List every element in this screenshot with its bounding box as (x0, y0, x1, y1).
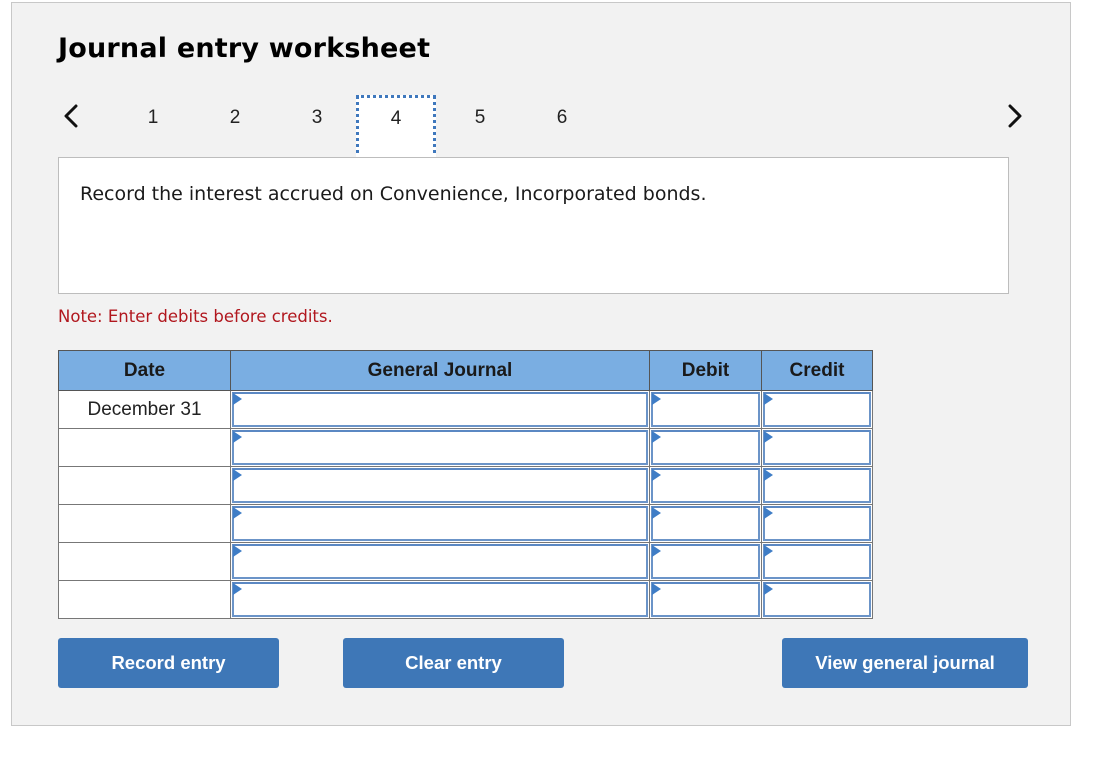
account-input-cell (230, 580, 650, 619)
debit-input-cell (649, 390, 762, 429)
account-input-cell (230, 504, 650, 543)
clear-entry-button[interactable]: Clear entry (343, 638, 564, 688)
debit-input[interactable] (651, 468, 760, 503)
step-tab-5[interactable]: 5 (440, 95, 520, 161)
date-cell (58, 542, 231, 581)
account-input[interactable] (232, 506, 648, 541)
step-tab-4[interactable]: 4 (356, 95, 436, 161)
credit-input-cell (761, 580, 873, 619)
account-input[interactable] (232, 582, 648, 617)
account-input[interactable] (232, 468, 648, 503)
table-row: December 31 (58, 390, 873, 429)
table-row (58, 504, 873, 543)
date-cell: December 31 (58, 390, 231, 429)
table-row (58, 580, 873, 619)
step-tab-3[interactable]: 3 (277, 95, 357, 161)
next-step-button[interactable] (1003, 101, 1027, 131)
cell-marker-icon (652, 545, 661, 557)
date-cell (58, 466, 231, 505)
worksheet-title: Journal entry worksheet (58, 33, 431, 64)
step-tab-1[interactable]: 1 (113, 95, 193, 161)
step-tab-2[interactable]: 2 (195, 95, 275, 161)
account-input-cell (230, 466, 650, 505)
cell-marker-icon (764, 583, 773, 595)
credit-input-cell (761, 428, 873, 467)
chevron-left-icon (64, 104, 78, 128)
table-row (58, 428, 873, 467)
debit-input-cell (649, 466, 762, 505)
cell-marker-icon (233, 545, 242, 557)
cell-marker-icon (764, 431, 773, 443)
debit-input[interactable] (651, 506, 760, 541)
debit-input[interactable] (651, 430, 760, 465)
view-general-journal-button[interactable]: View general journal (782, 638, 1028, 688)
account-input[interactable] (232, 544, 648, 579)
credit-input[interactable] (763, 468, 871, 503)
worksheet-panel: Journal entry worksheet 1 2 3 4 5 6 Reco… (11, 2, 1071, 726)
cell-marker-icon (764, 545, 773, 557)
header-debit: Debit (649, 350, 762, 391)
date-cell (58, 504, 231, 543)
cell-marker-icon (652, 583, 661, 595)
cell-marker-icon (652, 469, 661, 481)
note-text: Note: Enter debits before credits. (58, 307, 333, 326)
cell-marker-icon (652, 431, 661, 443)
header-date: Date (58, 350, 231, 391)
debit-input[interactable] (651, 392, 760, 427)
table-header-row: Date General Journal Debit Credit (58, 350, 873, 391)
credit-input[interactable] (763, 506, 871, 541)
cell-marker-icon (652, 393, 661, 405)
credit-input[interactable] (763, 392, 871, 427)
prev-step-button[interactable] (59, 101, 83, 131)
record-entry-button[interactable]: Record entry (58, 638, 279, 688)
prompt-text: Record the interest accrued on Convenien… (80, 183, 707, 205)
credit-input[interactable] (763, 430, 871, 465)
debit-input-cell (649, 504, 762, 543)
cell-marker-icon (233, 431, 242, 443)
account-input-cell (230, 428, 650, 467)
credit-input[interactable] (763, 544, 871, 579)
step-tab-6[interactable]: 6 (522, 95, 602, 161)
debit-input[interactable] (651, 544, 760, 579)
cell-marker-icon (233, 507, 242, 519)
debit-input-cell (649, 428, 762, 467)
debit-input[interactable] (651, 582, 760, 617)
debit-input-cell (649, 542, 762, 581)
cell-marker-icon (764, 393, 773, 405)
date-cell (58, 580, 231, 619)
header-credit: Credit (761, 350, 873, 391)
journal-table: Date General Journal Debit Credit Decemb… (58, 350, 873, 619)
credit-input-cell (761, 542, 873, 581)
debit-input-cell (649, 580, 762, 619)
cell-marker-icon (764, 507, 773, 519)
table-row (58, 466, 873, 505)
account-input-cell (230, 542, 650, 581)
prompt-box: Record the interest accrued on Convenien… (58, 157, 1009, 294)
cell-marker-icon (233, 469, 242, 481)
account-input[interactable] (232, 430, 648, 465)
chevron-right-icon (1008, 104, 1022, 128)
header-general-journal: General Journal (230, 350, 650, 391)
credit-input-cell (761, 466, 873, 505)
account-input[interactable] (232, 392, 648, 427)
credit-input[interactable] (763, 582, 871, 617)
cell-marker-icon (652, 507, 661, 519)
cell-marker-icon (764, 469, 773, 481)
cell-marker-icon (233, 393, 242, 405)
date-cell (58, 428, 231, 467)
account-input-cell (230, 390, 650, 429)
credit-input-cell (761, 390, 873, 429)
table-row (58, 542, 873, 581)
credit-input-cell (761, 504, 873, 543)
cell-marker-icon (233, 583, 242, 595)
